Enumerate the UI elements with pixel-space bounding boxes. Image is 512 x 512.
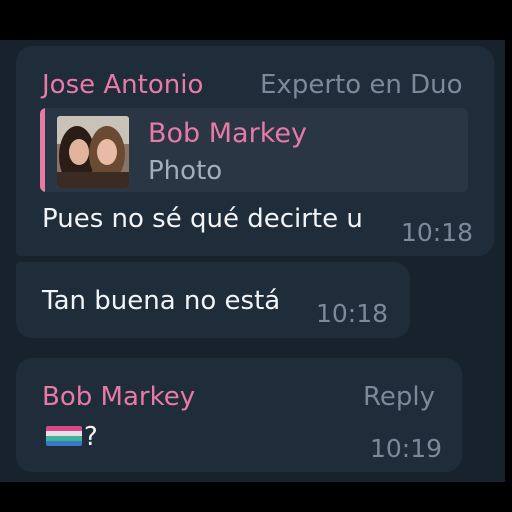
sender-name[interactable]: Jose Antonio	[42, 72, 203, 98]
reply-quote[interactable]: Bob Markey Photo	[40, 108, 468, 192]
quote-media-type: Photo	[148, 156, 223, 186]
quote-sender-name: Bob Markey	[148, 118, 307, 149]
sender-role: Experto en Duo	[260, 70, 463, 100]
message-text: Tan buena no está	[42, 286, 281, 316]
reply-button[interactable]: Reply	[363, 384, 435, 410]
sender-name[interactable]: Bob Markey	[42, 384, 195, 410]
photo-thumbnail	[57, 116, 129, 188]
message-text: Pues no sé qué decirte u	[42, 204, 363, 234]
message-time: 10:19	[370, 434, 443, 463]
flag-emoji-icon	[46, 426, 82, 446]
message-time: 10:18	[401, 218, 474, 247]
quote-accent-bar	[40, 108, 45, 192]
message-text: ?	[84, 422, 98, 452]
screenshot-frame: Jose Antonio Experto en Duo Bob Markey P…	[0, 0, 512, 512]
message-time: 10:18	[316, 299, 389, 328]
